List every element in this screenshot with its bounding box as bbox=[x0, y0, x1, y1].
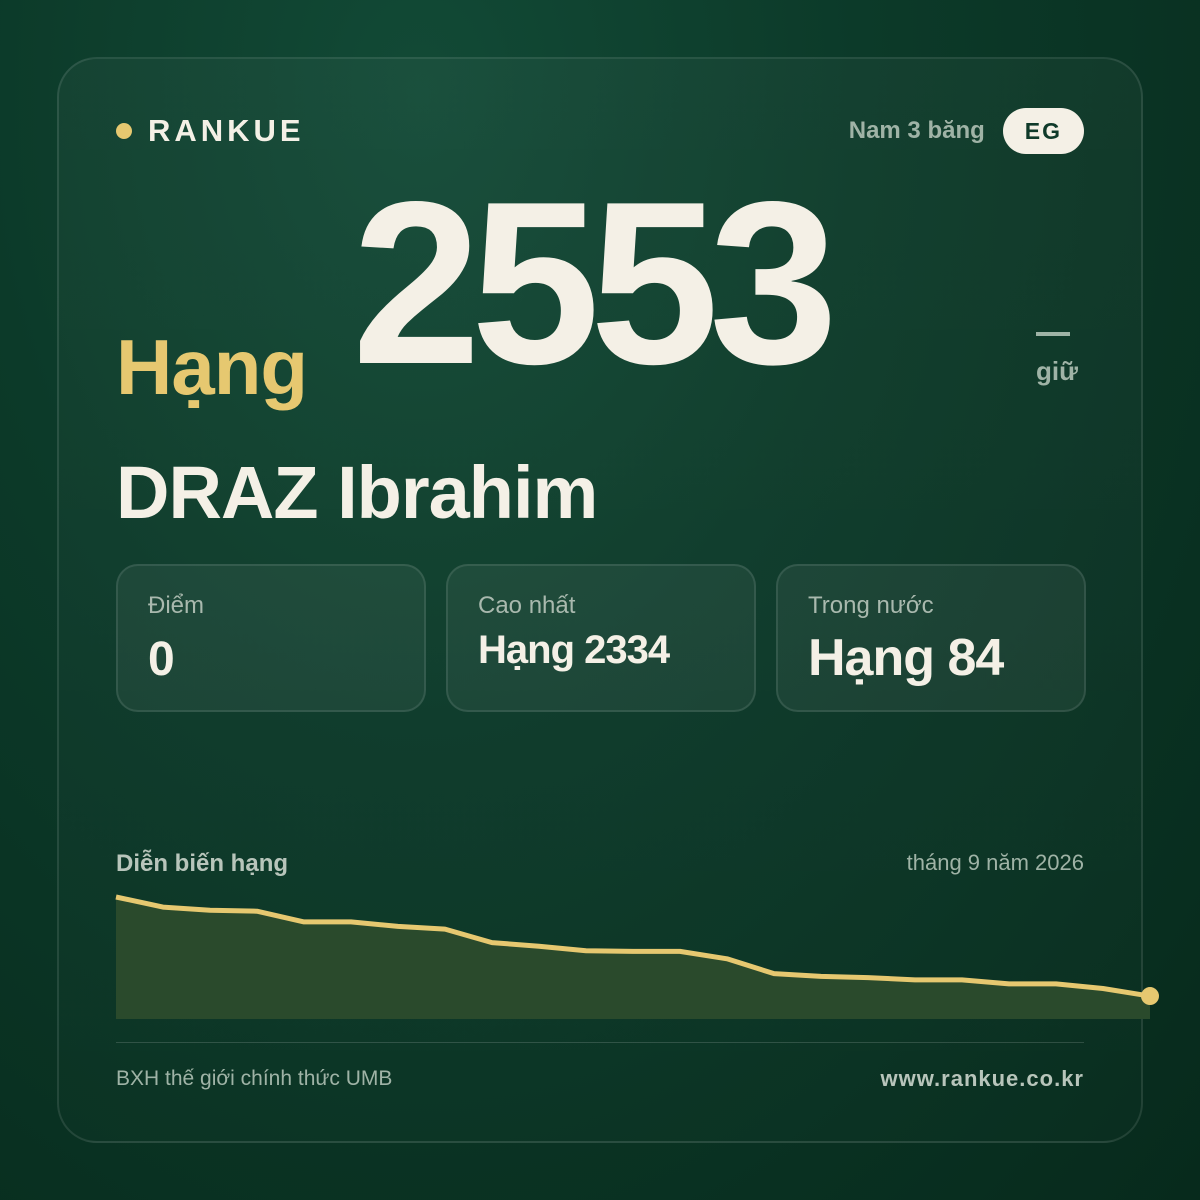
footer-url[interactable]: www.rankue.co.kr bbox=[881, 1066, 1084, 1092]
footer-divider bbox=[116, 1042, 1084, 1043]
chart-last-point bbox=[1141, 987, 1159, 1006]
rank-trend-chart bbox=[115, 894, 1159, 1019]
footer-source: BXH thế giới chính thức UMB bbox=[116, 1067, 393, 1090]
